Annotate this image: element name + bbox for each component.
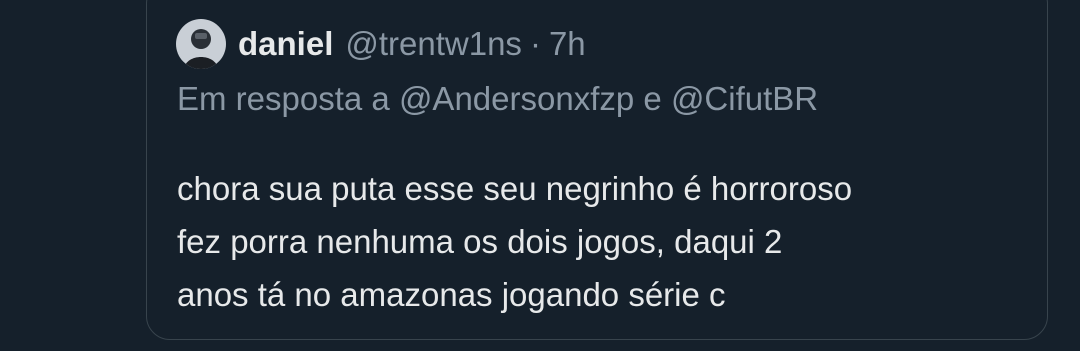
author-meta: @trentw1ns · 7h	[345, 25, 585, 63]
reply-mention-cifutbr[interactable]: @CifutBR	[671, 80, 818, 117]
author-handle[interactable]: @trentw1ns	[345, 25, 522, 62]
reply-prefix: Em resposta a	[177, 80, 390, 117]
reply-context: Em resposta a @Andersonxfzp e @CifutBR	[177, 80, 818, 118]
tweet-time[interactable]: 7h	[549, 25, 586, 62]
tweet-header: daniel @trentw1ns · 7h	[176, 18, 586, 70]
avatar[interactable]	[176, 19, 226, 69]
tweet-text-line: anos tá no amazonas jogando série c	[177, 276, 726, 313]
reply-conjunction: e	[643, 80, 662, 117]
meta-separator: ·	[529, 25, 541, 62]
author-display-name[interactable]: daniel	[238, 25, 333, 63]
tweet-text: chora sua puta esse seu negrinho é horro…	[177, 162, 1027, 321]
reply-mention-andersonxfzp[interactable]: @Andersonxfzp	[399, 80, 634, 117]
tweet-text-line: chora sua puta esse seu negrinho é horro…	[177, 170, 853, 207]
user-avatar-icon	[176, 19, 226, 69]
tweet-text-line: fez porra nenhuma os dois jogos, daqui 2	[177, 223, 783, 260]
